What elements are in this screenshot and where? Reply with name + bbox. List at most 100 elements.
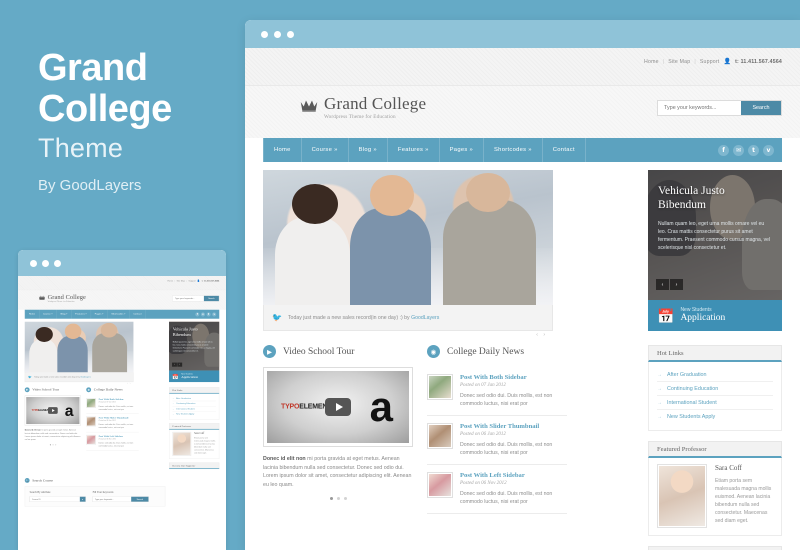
video-slider-dots[interactable]	[25, 444, 81, 446]
facebook-icon[interactable]: f	[195, 312, 200, 317]
news-post[interactable]: Post With Left Sidebar Posted on 06 Nov …	[427, 465, 567, 514]
header-search-input[interactable]	[172, 295, 204, 302]
search-attribute-input[interactable]	[29, 496, 80, 502]
nav-label: Shortcodes	[494, 147, 527, 153]
facebook-icon[interactable]: f	[718, 144, 729, 156]
hot-link-item[interactable]: → Continuing Education	[657, 382, 773, 396]
promo-next-button[interactable]: ›	[670, 279, 683, 290]
hot-link-item[interactable]: → International Student	[657, 396, 773, 410]
news-post[interactable]: Post With Both Sidebar Posted on 07 Jan …	[427, 367, 567, 416]
professor-card: Sara Coff Etiam porta sem malesuada magn…	[657, 464, 773, 528]
news-post[interactable]: Post With Slider Thumbnail Posted on 06 …	[86, 414, 139, 433]
mini-window-dot-2[interactable]	[42, 260, 49, 267]
play-button[interactable]	[47, 407, 58, 414]
video-thumbnail[interactable]: TYPOELEMENTS a	[263, 367, 413, 447]
hot-link-item[interactable]: → New Students Apply	[657, 410, 773, 423]
hot-link-item[interactable]: → New Students Apply	[172, 412, 215, 417]
search-keywords-input-group[interactable]: Search	[92, 496, 149, 503]
nav-item-contact[interactable]: Contact	[543, 138, 586, 162]
news-post-title[interactable]: Post With Both Sidebar	[460, 374, 567, 381]
news-post-title[interactable]: Post With Both Sidebar	[99, 398, 139, 401]
news-post[interactable]: Post With Slider Thumbnail Posted on 06 …	[427, 416, 567, 465]
video-thumbnail[interactable]: TYPOELEMENTS a	[24, 395, 81, 426]
vimeo-icon[interactable]: v	[212, 312, 217, 317]
news-post-title[interactable]: Post With Left Sidebar	[460, 472, 567, 479]
header-search-button[interactable]: Search	[741, 101, 781, 115]
nav-label: Shortcodes	[111, 313, 124, 316]
slider-dot-1[interactable]	[329, 497, 333, 500]
search-attribute-input-group[interactable]: ▾	[29, 496, 86, 503]
email-icon[interactable]: ✉	[200, 312, 206, 317]
top-link-home[interactable]: Home	[644, 59, 659, 65]
promo-next-button[interactable]: ›	[177, 362, 183, 367]
video-slider-dots[interactable]	[263, 497, 413, 500]
nav-item-pages[interactable]: Pages »	[91, 309, 108, 319]
header-search-input[interactable]	[658, 101, 741, 115]
promo-prev-button[interactable]: ‹	[656, 279, 669, 290]
search-keywords-input[interactable]	[92, 496, 132, 502]
application-button[interactable]: 📅 New Students Application	[648, 300, 782, 331]
search-icon: 🔍	[24, 478, 30, 483]
nav-item-features[interactable]: Features »	[72, 309, 91, 319]
hero-slider[interactable]: 🐦 Today just made a new sales record(in …	[263, 170, 553, 338]
nav-item-blog[interactable]: Blog »	[349, 138, 388, 162]
window-dot-maximize[interactable]	[287, 31, 294, 38]
slider-dot-3[interactable]	[54, 444, 57, 446]
nav-item-pages[interactable]: Pages »	[440, 138, 485, 162]
nav-item-home[interactable]: Home	[24, 309, 40, 319]
news-post-title[interactable]: Post With Left Sidebar	[99, 435, 139, 438]
window-dot-close[interactable]	[261, 31, 268, 38]
play-button[interactable]	[325, 398, 351, 416]
arrow-right-icon: →	[657, 413, 662, 420]
top-link-home[interactable]: Home	[168, 280, 173, 282]
application-button[interactable]: 📅 New Students Application	[169, 370, 220, 383]
nav-item-course[interactable]: Course »	[39, 309, 57, 319]
video-letter: a	[369, 383, 393, 430]
hot-link-item[interactable]: → After Graduation	[657, 368, 773, 382]
top-link-sitemap[interactable]: Site Map	[177, 280, 185, 282]
slider-dot-3[interactable]	[343, 497, 347, 500]
vimeo-icon[interactable]: v	[763, 144, 774, 156]
nav-item-features[interactable]: Features »	[388, 138, 440, 162]
window-dot-minimize[interactable]	[274, 31, 281, 38]
tweet-author[interactable]: GoodLayers	[411, 315, 439, 321]
twitter-icon[interactable]: t	[748, 144, 759, 156]
slider-dot-2[interactable]	[336, 497, 340, 500]
top-link-support[interactable]: Support	[188, 280, 195, 282]
promo-prev-button[interactable]: ‹	[172, 362, 177, 367]
twitter-bird-icon: 🐦	[28, 375, 32, 379]
news-post[interactable]: Post With Left Sidebar Posted on 06 Nov …	[86, 432, 139, 451]
slider-dot-2[interactable]	[52, 444, 54, 446]
header-search[interactable]: Search	[657, 100, 782, 116]
hero-slider-arrows[interactable]: ‹ ›	[127, 382, 131, 384]
hero-slider[interactable]: 🐦 Today just made a new sales record(in …	[24, 321, 134, 385]
chevron-right-icon: »	[66, 313, 68, 316]
top-link-sitemap[interactable]: Site Map	[668, 59, 690, 65]
nav-item-course[interactable]: Course »	[302, 138, 349, 162]
widget-body: Sara Coff Etiam porta sem malesuada magn…	[169, 429, 220, 459]
nav-item-shortcodes[interactable]: Shortcodes »	[108, 309, 130, 319]
slider-dot-1[interactable]	[49, 444, 51, 446]
news-post-title[interactable]: Post With Slider Thumbnail	[460, 423, 567, 430]
site-logo[interactable]: Grand College Wordpress Theme for Educat…	[300, 94, 426, 120]
header-search-button[interactable]: Search	[203, 295, 219, 302]
hero-image	[24, 321, 134, 373]
nav-item-shortcodes[interactable]: Shortcodes »	[484, 138, 543, 162]
search-course-button[interactable]: Search	[131, 496, 149, 502]
nav-item-home[interactable]: Home	[263, 138, 302, 162]
mini-window-dot-1[interactable]	[30, 260, 37, 267]
twitter-icon[interactable]: t	[206, 312, 211, 317]
header-search[interactable]: Search	[172, 295, 220, 302]
news-post-title[interactable]: Post With Slider Thumbnail	[99, 417, 139, 420]
top-link-support[interactable]: Support	[700, 59, 720, 65]
nav-item-contact[interactable]: Contact	[130, 309, 146, 319]
email-icon[interactable]: ✉	[733, 144, 744, 156]
site-logo[interactable]: Grand College Wordpress Theme for Educat…	[38, 293, 86, 303]
nav-item-blog[interactable]: Blog »	[57, 309, 72, 319]
chevron-down-icon[interactable]: ▾	[79, 496, 86, 502]
tweet-author[interactable]: GoodLayers	[80, 376, 91, 378]
hero-slider-arrows[interactable]: ‹ ›	[536, 332, 547, 338]
mini-window-dot-3[interactable]	[54, 260, 61, 267]
news-post[interactable]: Post With Both Sidebar Posted on 07 Jan …	[86, 396, 139, 414]
search-attribute-label: Search By Attribute	[29, 490, 51, 494]
